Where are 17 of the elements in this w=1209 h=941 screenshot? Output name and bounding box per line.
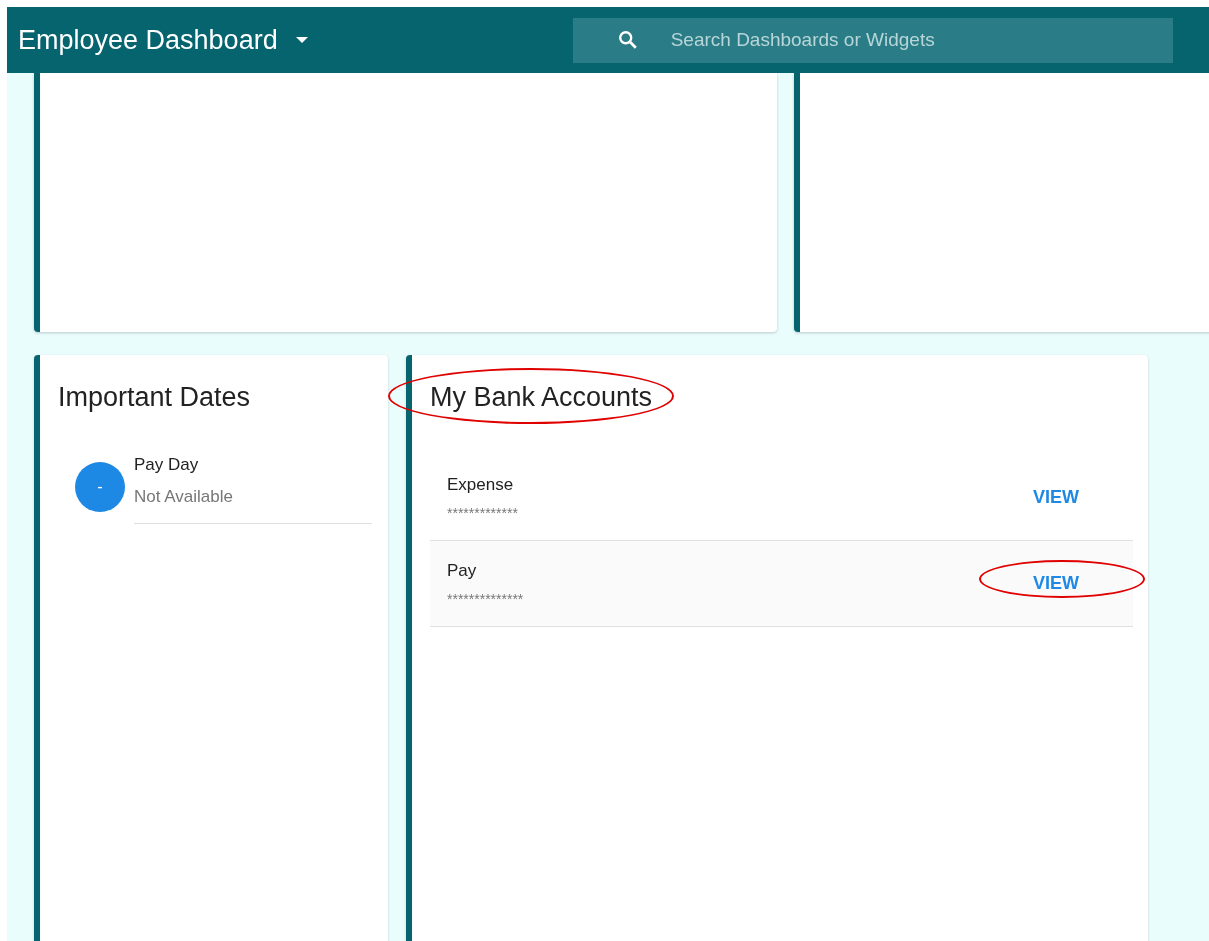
search-field[interactable]: Search Dashboards or Widgets <box>668 28 1173 52</box>
date-value: Not Available <box>134 487 234 507</box>
date-title: Pay Day <box>134 455 200 475</box>
account-row[interactable]: Pay ************** VIEW <box>430 541 1133 627</box>
account-name: Expense <box>447 474 515 495</box>
card-title: My Bank Accounts <box>430 382 653 412</box>
dashboard-title[interactable]: Employee Dashboard <box>18 24 278 56</box>
card-title: Important Dates <box>58 382 251 412</box>
account-number: ************** <box>447 590 524 607</box>
account-number: ************* <box>447 504 518 521</box>
view-link[interactable]: VIEW <box>1033 573 1079 594</box>
search-icon <box>616 29 639 51</box>
caret-icon[interactable] <box>295 36 308 44</box>
account-name: Pay <box>447 560 478 581</box>
view-link[interactable]: VIEW <box>1033 487 1079 508</box>
date-avatar: - <box>75 462 125 512</box>
search-bar[interactable]: Search Dashboards or Widgets <box>572 17 1173 63</box>
